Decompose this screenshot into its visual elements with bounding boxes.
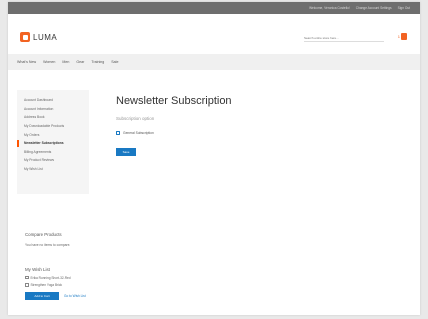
cart-icon — [401, 33, 407, 40]
account-settings-link[interactable]: Change Account Settings — [356, 6, 392, 10]
save-button[interactable]: Save — [116, 148, 136, 156]
header: LUMA 1 — [8, 14, 420, 54]
nav-item-men[interactable]: Men — [62, 60, 69, 64]
wish-list-actions: Add to Cart Go to Wish List — [25, 292, 86, 300]
subscription-option-heading: Subscription option — [116, 116, 155, 121]
wish-list-block: My Wish List Erika Running Short-32-Red … — [25, 267, 86, 300]
account-sidebar: Account Dashboard Account Information Ad… — [17, 90, 89, 194]
sidebar-item-address-book[interactable]: Address Book — [17, 113, 89, 122]
search-input[interactable] — [304, 35, 384, 42]
nav-item-training[interactable]: Training — [91, 60, 104, 64]
sidebar-item-newsletter-subscriptions[interactable]: Newsletter Subscriptions — [17, 139, 89, 148]
wish-item-checkbox[interactable] — [25, 283, 29, 287]
page: Welcome, Veronica Costello! Change Accou… — [8, 2, 420, 315]
wish-list-item: Erika Running Short-32-Red — [25, 276, 86, 280]
page-title: Newsletter Subscription — [116, 95, 232, 107]
sidebar-item-account-dashboard[interactable]: Account Dashboard — [17, 96, 89, 105]
wish-item-checkbox[interactable] — [25, 275, 29, 280]
add-to-cart-button[interactable]: Add to Cart — [25, 292, 59, 300]
main-content: Newsletter Subscription Subscription opt… — [116, 95, 406, 158]
minicart-button[interactable]: 1 — [398, 33, 407, 40]
main-nav: What's New Women Men Gear Training Sale — [8, 54, 420, 70]
sidebar-item-downloadable-products[interactable]: My Downloadable Products — [17, 122, 89, 131]
compare-empty-text: You have no items to compare. — [25, 243, 71, 247]
nav-item-sale[interactable]: Sale — [111, 60, 118, 64]
sidebar-item-account-information[interactable]: Account Information — [17, 105, 89, 114]
sidebar-item-product-reviews[interactable]: My Product Reviews — [17, 156, 89, 165]
wish-list-title: My Wish List — [25, 267, 50, 272]
general-subscription-row[interactable]: General Subscription — [116, 131, 406, 135]
sidebar-item-wish-list[interactable]: My Wish List — [17, 165, 89, 174]
wish-item-label[interactable]: Strengthen Yoga Brick — [31, 283, 63, 287]
general-subscription-checkbox[interactable] — [116, 131, 120, 135]
cart-count-badge: 1 — [397, 34, 400, 39]
compare-products-title: Compare Products — [25, 232, 62, 237]
luma-logo-icon — [20, 32, 30, 42]
wish-item-label[interactable]: Erika Running Short-32-Red — [31, 276, 71, 280]
welcome-message: Welcome, Veronica Costello! — [309, 6, 350, 10]
nav-item-women[interactable]: Women — [43, 60, 55, 64]
go-to-wish-list-link[interactable]: Go to Wish List — [64, 294, 86, 298]
logo-text: LUMA — [33, 32, 58, 42]
sign-out-link[interactable]: Sign Out — [398, 6, 410, 10]
sidebar-item-my-orders[interactable]: My Orders — [17, 130, 89, 139]
nav-item-gear[interactable]: Gear — [76, 60, 84, 64]
general-subscription-label[interactable]: General Subscription — [123, 131, 154, 135]
wish-list-item: Strengthen Yoga Brick — [25, 283, 86, 287]
nav-item-whats-new[interactable]: What's New — [17, 60, 36, 64]
top-bar: Welcome, Veronica Costello! Change Accou… — [8, 2, 420, 14]
compare-products-block: Compare Products You have no items to co… — [25, 232, 70, 247]
logo[interactable]: LUMA — [20, 32, 57, 42]
sidebar-item-billing-agreements[interactable]: Billing Agreements — [17, 148, 89, 157]
